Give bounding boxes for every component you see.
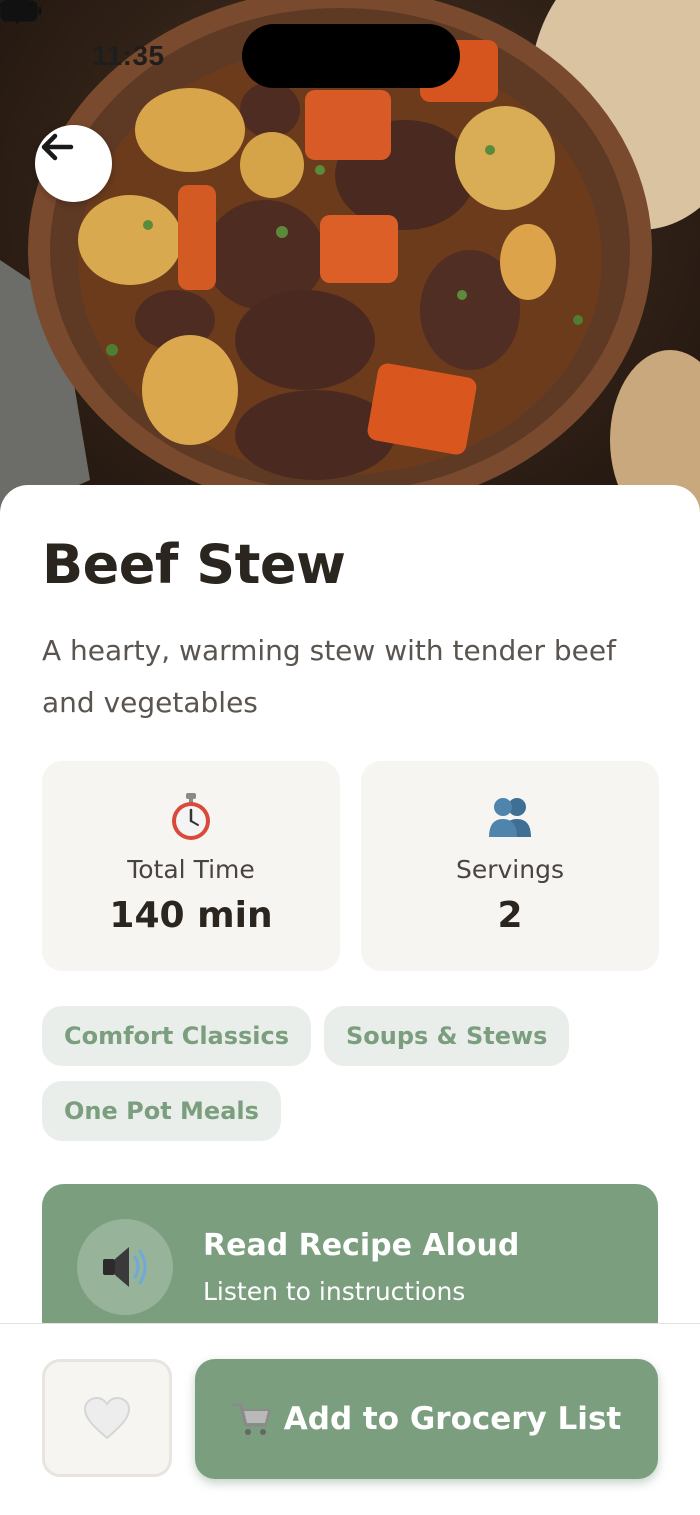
hero-image: 11:35	[0, 0, 700, 520]
back-button[interactable]	[35, 125, 112, 202]
grocery-button-label: Add to Grocery List	[283, 1401, 622, 1437]
tag-comfort-classics[interactable]: Comfort Classics	[42, 1006, 312, 1066]
arrow-left-icon	[41, 133, 74, 161]
tag-soups-stews[interactable]: Soups & Stews	[324, 1006, 570, 1066]
read-recipe-aloud-button[interactable]: Read Recipe Aloud Listen to instructions	[42, 1184, 658, 1344]
people-icon	[361, 791, 659, 843]
total-time-value: 140 min	[109, 895, 273, 936]
stopwatch-icon	[42, 791, 340, 843]
servings-card: Servings 2	[361, 761, 659, 971]
battery-icon	[0, 0, 42, 22]
servings-label: Servings	[455, 855, 564, 884]
total-time-card: Total Time 140 min	[42, 761, 340, 971]
dynamic-island	[242, 24, 460, 88]
recipe-description: A hearty, warming stew with tender beef …	[42, 634, 616, 719]
recipe-title: Beef Stew	[42, 533, 346, 596]
read-aloud-subtitle: Listen to instructions	[203, 1277, 466, 1306]
speaker-icon	[77, 1219, 173, 1315]
add-to-grocery-list-button[interactable]: Add to Grocery List	[195, 1359, 658, 1479]
heart-icon	[83, 1396, 131, 1440]
bottom-action-bar: Add to Grocery List	[0, 1323, 700, 1515]
tag-one-pot-meals[interactable]: One Pot Meals	[42, 1081, 281, 1141]
total-time-label: Total Time	[127, 855, 255, 884]
read-aloud-title: Read Recipe Aloud	[203, 1228, 520, 1263]
favorite-button[interactable]	[42, 1359, 172, 1477]
cart-icon	[232, 1403, 271, 1435]
status-bar-time: 11:35	[92, 40, 165, 71]
servings-value: 2	[497, 895, 523, 936]
